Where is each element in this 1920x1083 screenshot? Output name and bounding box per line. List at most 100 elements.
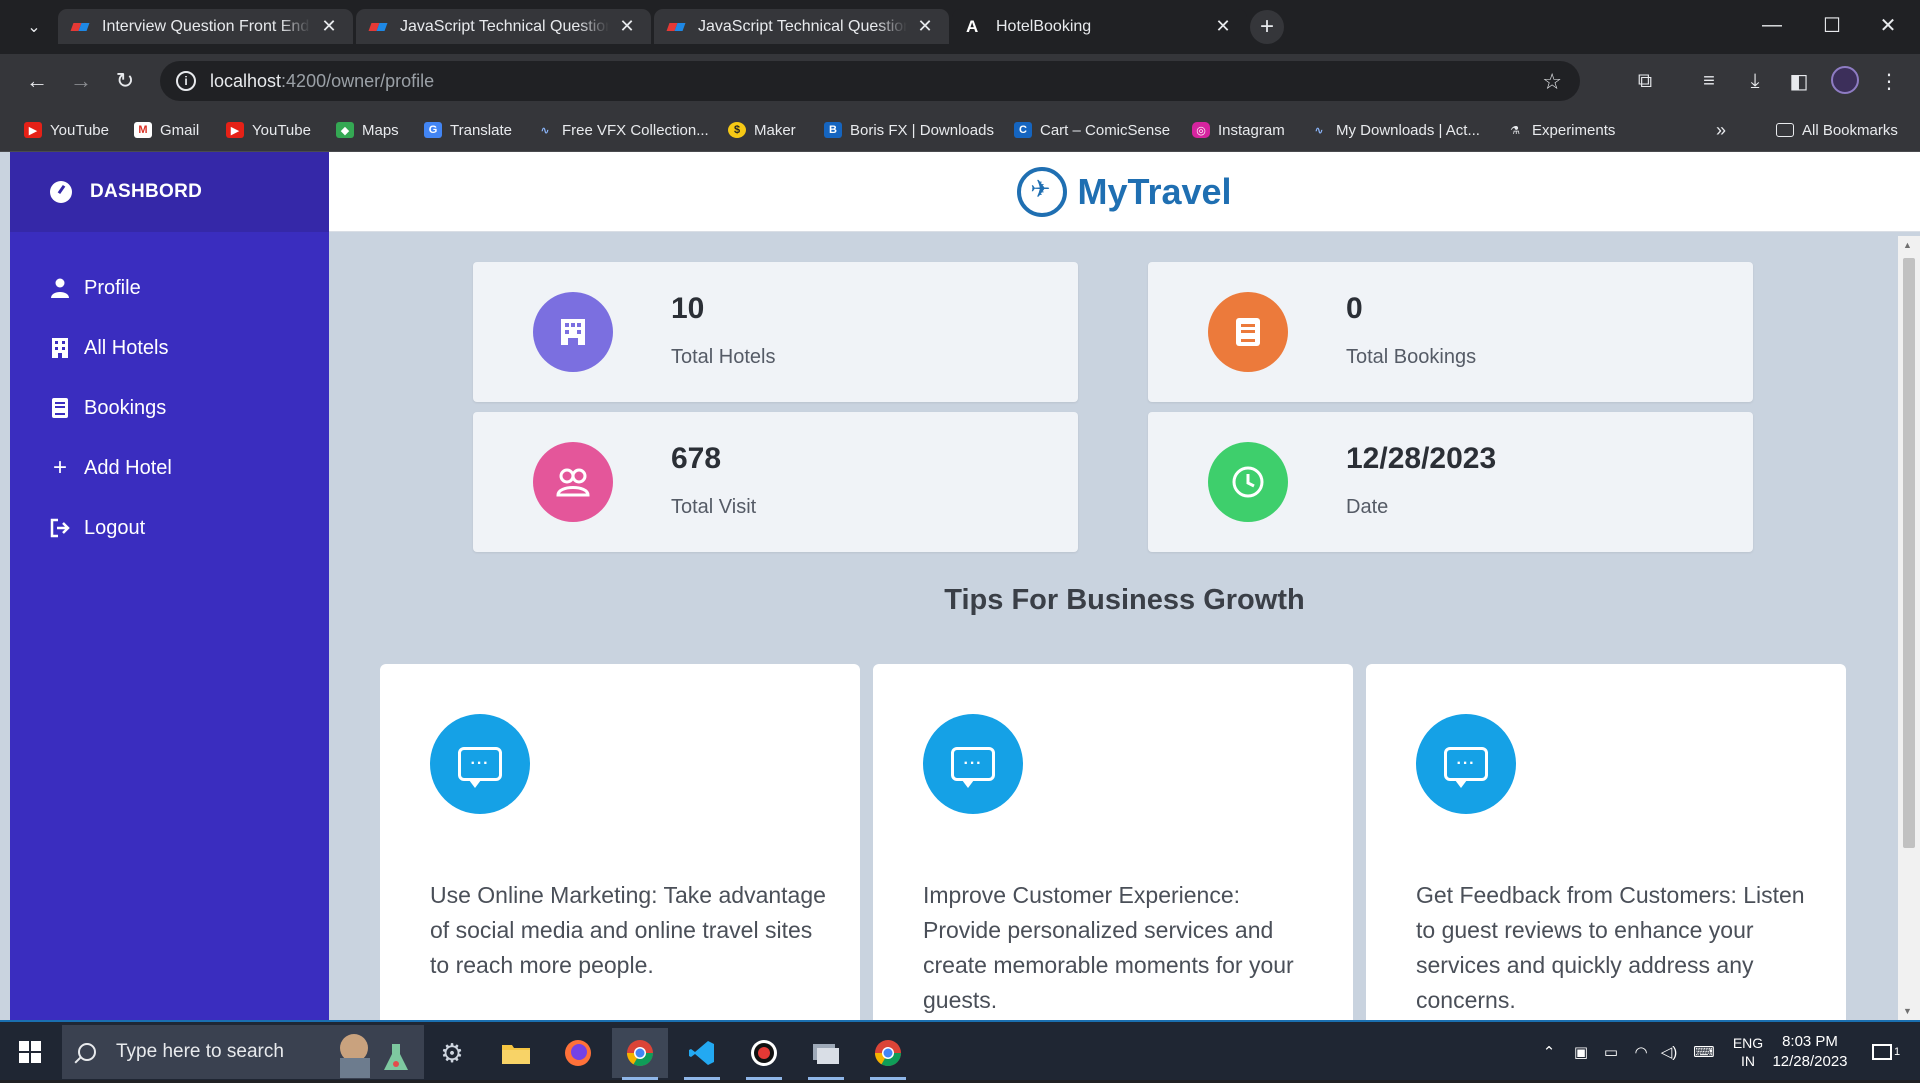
menu-icon[interactable]: ⋮: [1874, 66, 1904, 96]
translate-icon: G: [424, 122, 442, 138]
wifi-icon[interactable]: ◠: [1626, 1022, 1656, 1082]
sidebar-item-bookings[interactable]: Bookings: [10, 378, 329, 438]
windows-app-icon[interactable]: [798, 1028, 854, 1080]
chrome-profile-icon[interactable]: [860, 1028, 916, 1080]
extensions-icon[interactable]: ⧉: [1630, 66, 1660, 96]
browser-tab[interactable]: JavaScript Technical Questions - ✕: [654, 9, 949, 44]
close-window-button[interactable]: ✕: [1864, 8, 1912, 42]
gmail-icon: M: [134, 122, 152, 138]
scroll-up-arrow[interactable]: ▲: [1903, 240, 1912, 250]
more-bookmarks-icon[interactable]: »: [1716, 118, 1726, 142]
stat-card-total-visit: 678 Total Visit: [473, 412, 1078, 552]
sidebar-item-profile[interactable]: Profile: [10, 258, 329, 318]
settings-app-icon[interactable]: ⚙: [424, 1028, 480, 1078]
tab-close-icon[interactable]: ✕: [319, 16, 339, 37]
taskbar-clock[interactable]: 8:03 PM 12/28/2023: [1760, 1032, 1860, 1072]
bookmark-maps[interactable]: ◆ Maps: [336, 118, 399, 142]
tip-card: ··· Use Online Marketing: Take advantage…: [380, 664, 860, 1020]
notification-count: 1: [1893, 1046, 1901, 1058]
tips-title: Tips For Business Growth: [944, 584, 1305, 616]
tab-search-button[interactable]: ⌄: [14, 12, 54, 42]
maximize-button[interactable]: ☐: [1808, 8, 1856, 42]
clock-date: 12/28/2023: [1772, 1053, 1848, 1070]
obs-record-icon[interactable]: [736, 1028, 792, 1080]
reload-button[interactable]: ↻: [108, 64, 142, 98]
tab-title: HotelBooking: [996, 17, 1092, 35]
url-path: :4200/owner/profile: [281, 70, 435, 91]
profile-avatar[interactable]: [1831, 66, 1859, 94]
dashboard-icon: [50, 181, 72, 203]
bookmark-free-vfx[interactable]: ∿ Free VFX Collection...: [536, 118, 708, 142]
stat-label: Total Hotels: [671, 346, 776, 368]
sidebar-item-all-hotels[interactable]: All Hotels: [10, 318, 329, 378]
show-hidden-icons-chevron[interactable]: ⌃: [1534, 1022, 1564, 1082]
chrome-icon[interactable]: [612, 1028, 668, 1080]
bookmark-gmail[interactable]: M Gmail: [134, 118, 199, 142]
bookmark-translate[interactable]: G Translate: [424, 118, 512, 142]
tab-title: JavaScript Technical Questions -: [698, 17, 907, 35]
chat-icon: ···: [1416, 714, 1516, 814]
sidebar-header[interactable]: DASHBORD: [10, 152, 329, 232]
tab-close-icon[interactable]: ✕: [915, 16, 935, 37]
bookmark-instagram[interactable]: ◎ Instagram: [1192, 118, 1285, 142]
bookmark-star-icon[interactable]: ☆: [1542, 69, 1562, 95]
download-icon[interactable]: ⤓: [1740, 66, 1770, 96]
volume-icon[interactable]: ◁): [1654, 1022, 1684, 1082]
notification-icon[interactable]: 1: [1864, 1022, 1908, 1082]
vscode-icon[interactable]: [674, 1028, 730, 1080]
sidebar-item-logout[interactable]: Logout: [10, 498, 329, 558]
tab-close-icon[interactable]: ✕: [617, 16, 637, 37]
stat-card-total-hotels: 10 Total Hotels: [473, 262, 1078, 402]
security-icon[interactable]: ▣: [1566, 1022, 1596, 1082]
bookmark-boris-fx[interactable]: B Boris FX | Downloads: [824, 118, 994, 142]
youtube-icon: ▶: [24, 122, 42, 138]
bookmark-maker[interactable]: $ Maker: [728, 118, 796, 142]
browser-toolbar: ← → ↻ i localhost:4200/owner/profile ☆ ⧉…: [0, 54, 1920, 108]
address-bar[interactable]: i localhost:4200/owner/profile ☆: [160, 61, 1580, 101]
browser-tab[interactable]: JavaScript Technical Questions - ✕: [356, 9, 651, 44]
side-panel-icon[interactable]: ◧: [1784, 66, 1814, 96]
scroll-down-arrow[interactable]: ▼: [1903, 1006, 1912, 1016]
clock-time: 8:03 PM: [1782, 1033, 1838, 1050]
file-explorer-icon[interactable]: [488, 1028, 544, 1078]
bookmark-experiments[interactable]: ⚗ Experiments: [1506, 118, 1615, 142]
keyboard-icon[interactable]: ⌨: [1686, 1022, 1722, 1082]
windows-start-icon[interactable]: [10, 1034, 50, 1070]
hotel-icon: [533, 292, 613, 372]
sidebar-item-label: Logout: [84, 516, 146, 539]
app-page: DASHBORD Profile All Hotels Bookings + A…: [0, 152, 1920, 1020]
angular-favicon: A: [966, 16, 979, 36]
browser-tab-active[interactable]: A HotelBooking ✕: [952, 9, 1247, 44]
reading-list-icon[interactable]: ≡: [1694, 66, 1724, 96]
chat-icon: ···: [430, 714, 530, 814]
all-bookmarks-button[interactable]: All Bookmarks: [1776, 118, 1898, 142]
tab-close-icon[interactable]: ✕: [1213, 16, 1233, 37]
bookmark-my-downloads[interactable]: ∿ My Downloads | Act...: [1310, 118, 1480, 142]
sidebar-item-add-hotel[interactable]: + Add Hotel: [10, 438, 329, 498]
firefox-icon[interactable]: [550, 1028, 606, 1078]
youtube-icon: ▶: [226, 122, 244, 138]
new-tab-button[interactable]: +: [1250, 10, 1284, 44]
page-scrollbar[interactable]: ▲ ▼: [1898, 236, 1920, 1020]
site-info-icon[interactable]: i: [176, 71, 196, 91]
stat-card-total-bookings: 0 Total Bookings: [1148, 262, 1753, 402]
minimize-button[interactable]: —: [1748, 8, 1796, 42]
windows-taskbar: Type here to search ⚙ ⌃ ▣ ▭ ◠ ◁) ⌨ ENG I…: [0, 1020, 1920, 1080]
building-icon: [50, 338, 70, 358]
battery-icon[interactable]: ▭: [1596, 1022, 1626, 1082]
site-favicon: [370, 21, 388, 33]
bookmark-comicsense[interactable]: C Cart – ComicSense: [1014, 118, 1170, 142]
scrollbar-thumb[interactable]: [1903, 258, 1915, 848]
instagram-icon: ◎: [1192, 122, 1210, 138]
sidebar-nav: Profile All Hotels Bookings + Add Hotel: [10, 232, 329, 558]
clock-icon: [1208, 442, 1288, 522]
bookmark-youtube[interactable]: ▶ YouTube: [24, 118, 109, 142]
stat-value: 678: [671, 442, 722, 475]
bookmark-youtube[interactable]: ▶ YouTube: [226, 118, 311, 142]
tip-text: Improve Customer Experience: Provide per…: [923, 882, 1294, 1013]
brand-name[interactable]: MyTravel: [1077, 171, 1231, 213]
forward-button[interactable]: →: [64, 64, 98, 98]
book-icon: [50, 398, 70, 418]
browser-tab[interactable]: Interview Question Front End - ✕: [58, 9, 353, 44]
back-button[interactable]: ←: [20, 64, 54, 98]
